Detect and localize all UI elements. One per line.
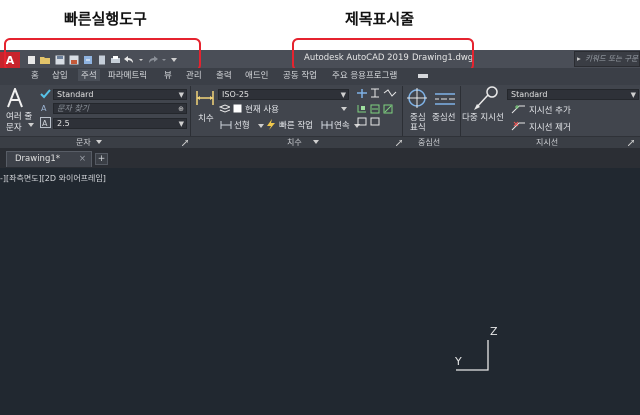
document-tab-label: Drawing1* xyxy=(15,154,61,164)
chevron-down-icon: ▼ xyxy=(630,91,636,99)
qat-highlight-box xyxy=(4,38,201,71)
panel-title-dimensions: 치수 xyxy=(287,138,302,147)
tab-manage[interactable]: 관리 xyxy=(186,69,202,81)
remove-leader-label[interactable]: 지시선 제거 xyxy=(529,121,571,133)
tab-featured-apps[interactable]: 주요 응용프로그램 xyxy=(332,69,397,81)
chevron-down-icon: ▼ xyxy=(340,91,346,99)
multileader-style-select[interactable]: Standard ▼ xyxy=(507,89,639,100)
linear-dimension-label[interactable]: 선형 xyxy=(234,119,250,131)
centerline-icon[interactable] xyxy=(434,90,456,111)
document-tab[interactable]: Drawing1* × xyxy=(6,151,92,167)
dimension-icon[interactable] xyxy=(195,88,215,111)
svg-text:A: A xyxy=(42,119,48,128)
keyword-search-field[interactable]: ▸ 키워드 또는 구문 xyxy=(574,51,640,67)
chevron-down-icon: ▼ xyxy=(178,91,184,99)
centerline-label: 중심선 xyxy=(432,113,456,123)
search-placeholder: 키워드 또는 구문 xyxy=(585,54,639,63)
add-leader-label[interactable]: 지시선 추가 xyxy=(529,104,571,116)
text-find-icon: A xyxy=(40,102,51,116)
close-icon[interactable]: × xyxy=(79,152,86,167)
multiline-text-label-2: 문자 xyxy=(6,123,22,133)
dimension-style-select[interactable]: ISO-25 ▼ xyxy=(218,89,349,100)
add-leader-icon[interactable] xyxy=(511,104,527,117)
linear-dimension-icon[interactable] xyxy=(220,120,232,133)
text-style-value: Standard xyxy=(57,90,94,99)
search-expand-icon[interactable]: ▸ xyxy=(577,52,581,66)
continue-dimension-icon[interactable] xyxy=(321,120,333,133)
spell-check-icon[interactable] xyxy=(40,88,51,102)
ucs-axis-label-vertical: Z xyxy=(490,325,498,338)
dimension-layer-value[interactable]: 현재 사용 xyxy=(245,103,279,115)
dimension-style-value: ISO-25 xyxy=(222,90,250,99)
drawing-canvas[interactable] xyxy=(0,168,640,415)
chevron-down-icon: ▼ xyxy=(178,120,184,128)
tab-view[interactable]: 뷰 xyxy=(164,69,172,81)
tab-insert[interactable]: 삽입 xyxy=(52,69,68,81)
text-height-value: 2.5 xyxy=(57,119,70,128)
tab-parametric[interactable]: 파라메트릭 xyxy=(108,69,147,81)
center-mark-label-2: 표식 xyxy=(410,123,426,133)
search-icon[interactable]: ⊕ xyxy=(178,104,184,113)
tab-annotate[interactable]: 주석 xyxy=(78,69,100,81)
remove-leader-icon[interactable] xyxy=(511,121,527,134)
panel-title-text: 문자 xyxy=(76,138,91,147)
linear-dropdown-icon[interactable] xyxy=(258,122,264,133)
find-text-placeholder: 문자 찾기 xyxy=(57,104,89,113)
quick-dimension-icon[interactable] xyxy=(266,119,276,133)
layer-dropdown-icon[interactable] xyxy=(341,105,347,116)
titlebar-annotation-label: 제목표시줄 xyxy=(345,10,415,28)
ucs-axis-label-horizontal: Y xyxy=(455,355,462,368)
multiline-text-dropdown-icon[interactable] xyxy=(28,121,34,132)
multileader-label[interactable]: 다중 지시선 xyxy=(462,111,504,123)
text-height-icon: A xyxy=(40,117,51,131)
tab-home[interactable]: 홈 xyxy=(31,69,39,81)
multileader-style-value: Standard xyxy=(511,90,548,99)
text-height-select[interactable]: 2.5 ▼ xyxy=(53,118,187,129)
tab-output[interactable]: 출력 xyxy=(216,69,232,81)
titlebar-highlight-box xyxy=(292,38,474,71)
panel-title-centerlines: 중심선 xyxy=(418,138,441,147)
tab-collaborate[interactable]: 공동 작업 xyxy=(283,69,317,81)
continue-dimension-label[interactable]: 연속 xyxy=(334,119,350,131)
viewport-controls[interactable]: -][좌측면도][2D 와이어프레임] xyxy=(0,173,106,184)
tab-addins[interactable]: 애드인 xyxy=(245,69,268,81)
qat-annotation-label: 빠른실행도구 xyxy=(64,10,147,28)
dimension-tools-icons[interactable] xyxy=(356,88,398,135)
panel-title-leaders: 지시선 xyxy=(536,138,559,147)
svg-text:A: A xyxy=(41,104,47,113)
multiline-text-icon[interactable] xyxy=(6,86,24,111)
new-tab-button[interactable]: + xyxy=(95,153,108,165)
find-text-input[interactable]: 문자 찾기 ⊕ xyxy=(53,103,187,114)
minimize-ribbon-icon[interactable] xyxy=(417,71,429,84)
layer-stack-icon xyxy=(218,104,232,117)
text-style-select[interactable]: Standard ▼ xyxy=(53,89,187,100)
dimension-label: 치수 xyxy=(198,114,214,124)
quick-dimension-label[interactable]: 빠른 작업 xyxy=(279,119,313,131)
layer-color-swatch xyxy=(233,104,242,116)
center-mark-icon[interactable] xyxy=(406,87,428,112)
